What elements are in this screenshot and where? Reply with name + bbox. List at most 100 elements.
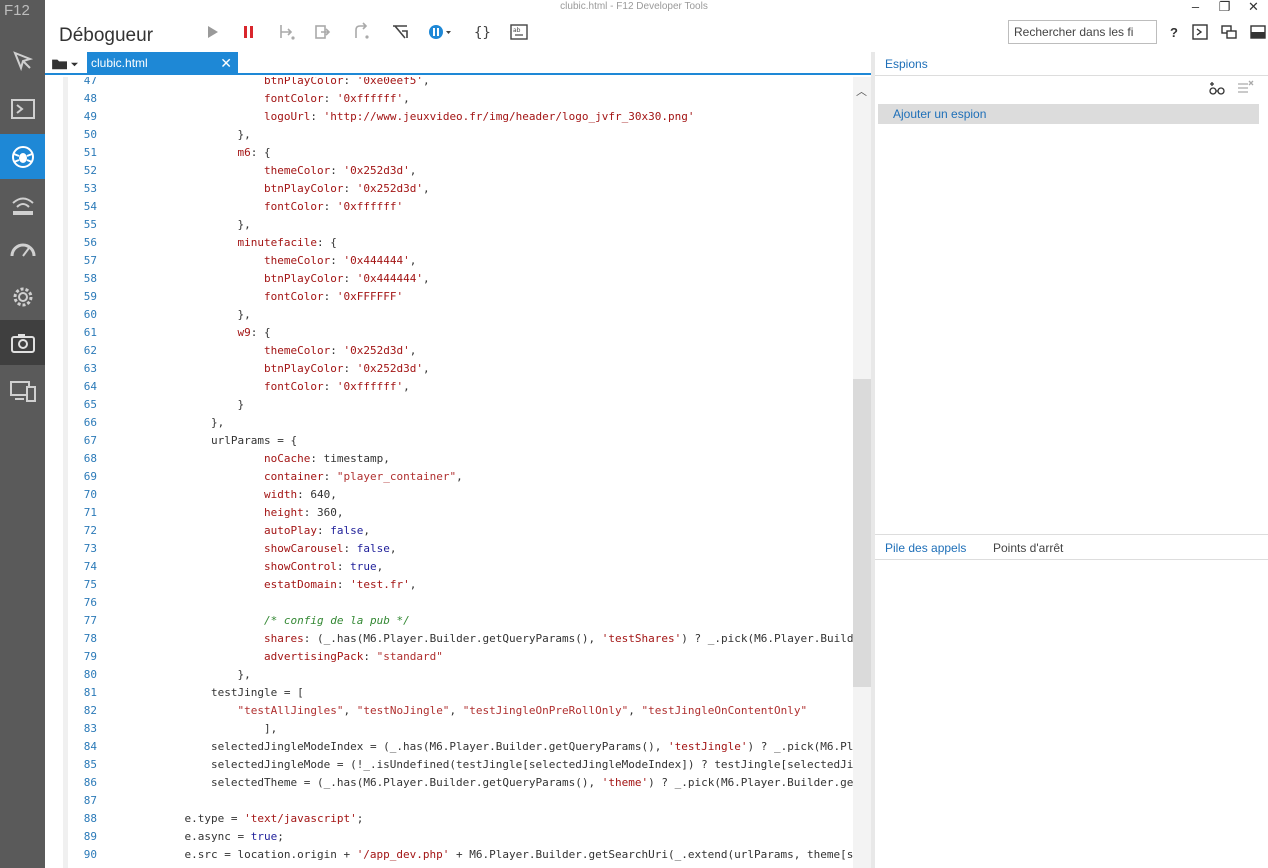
pretty-print-button[interactable]: {} <box>469 21 495 43</box>
emulation-tab[interactable] <box>0 368 45 413</box>
line-number[interactable]: 50 <box>45 126 97 144</box>
line-number[interactable]: 82 <box>45 702 97 720</box>
line-number[interactable]: 58 <box>45 270 97 288</box>
line-number[interactable]: 77 <box>45 612 97 630</box>
line-number[interactable]: 91 <box>45 864 97 868</box>
line-number[interactable]: 56 <box>45 234 97 252</box>
tab-breakpoints[interactable]: Points d'arrêt <box>993 541 1063 555</box>
tab-clubic-html[interactable]: clubic.html ✕ <box>87 52 238 75</box>
line-number[interactable]: 57 <box>45 252 97 270</box>
console-toggle-button[interactable] <box>1187 21 1213 43</box>
add-watch-row[interactable]: Ajouter un espion <box>878 104 1259 124</box>
line-number[interactable]: 69 <box>45 468 97 486</box>
line-number[interactable]: 54 <box>45 198 97 216</box>
line-number[interactable]: 74 <box>45 558 97 576</box>
line-number[interactable]: 49 <box>45 108 97 126</box>
line-number[interactable]: 60 <box>45 306 97 324</box>
line-number[interactable]: 80 <box>45 666 97 684</box>
network-tab[interactable] <box>0 182 45 227</box>
code-token: : <box>323 92 337 105</box>
minimize-button[interactable]: – <box>1181 0 1210 14</box>
line-number[interactable]: 63 <box>45 360 97 378</box>
add-watch-glasses-icon[interactable] <box>1208 80 1226 96</box>
code-line: 50}, <box>45 126 251 144</box>
line-number[interactable]: 85 <box>45 756 97 774</box>
line-number[interactable]: 72 <box>45 522 97 540</box>
line-number[interactable]: 51 <box>45 144 97 162</box>
line-number[interactable]: 67 <box>45 432 97 450</box>
line-number[interactable]: 52 <box>45 162 97 180</box>
watch-toolbar <box>1208 80 1260 96</box>
code-token: : <box>343 542 357 555</box>
line-number[interactable]: 75 <box>45 576 97 594</box>
step-out-button[interactable] <box>349 21 375 43</box>
search-input[interactable] <box>1008 20 1157 44</box>
line-number[interactable]: 86 <box>45 774 97 792</box>
line-number[interactable]: 71 <box>45 504 97 522</box>
line-number[interactable]: 78 <box>45 630 97 648</box>
profiler-tab[interactable] <box>0 274 45 319</box>
step-over-button[interactable] <box>310 21 336 43</box>
code-token: '0x444444' <box>356 272 423 285</box>
code-token: : <box>343 77 357 87</box>
tab-label: clubic.html <box>91 56 148 70</box>
window-controls: – ❐ ✕ <box>1181 0 1268 14</box>
line-number[interactable]: 79 <box>45 648 97 666</box>
dom-explorer-tab[interactable] <box>0 38 45 83</box>
close-tab-icon[interactable]: ✕ <box>220 55 232 72</box>
line-number[interactable]: 47 <box>45 77 97 90</box>
step-into-button[interactable] <box>274 21 300 43</box>
line-number[interactable]: 66 <box>45 414 97 432</box>
debugger-tab[interactable] <box>0 134 45 179</box>
code-token: 'http://www.jeuxvideo.fr/img/header/logo… <box>323 110 695 123</box>
line-number[interactable]: 53 <box>45 180 97 198</box>
line-number[interactable]: 76 <box>45 594 97 612</box>
line-number[interactable]: 65 <box>45 396 97 414</box>
line-number[interactable]: 90 <box>45 846 97 864</box>
line-number[interactable]: 70 <box>45 486 97 504</box>
line-number[interactable]: 55 <box>45 216 97 234</box>
code-line: 57 themeColor: '0x444444', <box>45 252 417 270</box>
scroll-up-icon[interactable]: ︿ <box>856 83 867 99</box>
line-number[interactable]: 73 <box>45 540 97 558</box>
line-number[interactable]: 62 <box>45 342 97 360</box>
break-button[interactable] <box>236 21 262 43</box>
line-number[interactable]: 64 <box>45 378 97 396</box>
line-number[interactable]: 48 <box>45 90 97 108</box>
vertical-scrollbar[interactable]: ︿ <box>853 77 871 868</box>
scrollbar-thumb[interactable] <box>853 379 871 687</box>
restore-button[interactable]: ❐ <box>1210 0 1239 14</box>
ui-responsiveness-tab[interactable] <box>0 228 45 273</box>
tab-call-stack[interactable]: Pile des appels <box>885 541 966 555</box>
line-number[interactable]: 87 <box>45 792 97 810</box>
line-number[interactable]: 89 <box>45 828 97 846</box>
code-editor[interactable]: 47 btnPlayColor: '0xe0eef5', 48 fontColor: … <box>45 77 871 868</box>
console-tab[interactable] <box>0 86 45 131</box>
exception-behavior-button[interactable] <box>425 21 455 43</box>
close-window-button[interactable]: ✕ <box>1239 0 1268 14</box>
delete-all-watches-icon[interactable] <box>1236 80 1254 96</box>
code-token: , <box>409 344 417 357</box>
panel-splitter[interactable] <box>871 52 875 868</box>
break-on-new-worker-button[interactable] <box>387 21 413 43</box>
line-number[interactable]: 59 <box>45 288 97 306</box>
code-text: ], <box>105 720 277 738</box>
code-token: } <box>237 398 245 411</box>
open-document-button[interactable] <box>51 55 81 73</box>
dock-button[interactable] <box>1245 21 1268 43</box>
line-number[interactable]: 84 <box>45 738 97 756</box>
code-line: 73 showCarousel: false, <box>45 540 397 558</box>
line-number[interactable]: 61 <box>45 324 97 342</box>
continue-button[interactable] <box>199 21 225 43</box>
line-number[interactable]: 68 <box>45 450 97 468</box>
memory-tab[interactable] <box>0 320 45 365</box>
undock-button[interactable] <box>1216 21 1242 43</box>
line-number[interactable]: 81 <box>45 684 97 702</box>
code-token: : <box>343 272 357 285</box>
line-number[interactable]: 88 <box>45 810 97 828</box>
line-number[interactable]: 83 <box>45 720 97 738</box>
watches-title[interactable]: Espions <box>885 57 928 71</box>
code-token: , <box>628 704 642 717</box>
help-button[interactable]: ? <box>1161 21 1187 43</box>
word-wrap-button[interactable]: ab <box>506 21 532 43</box>
